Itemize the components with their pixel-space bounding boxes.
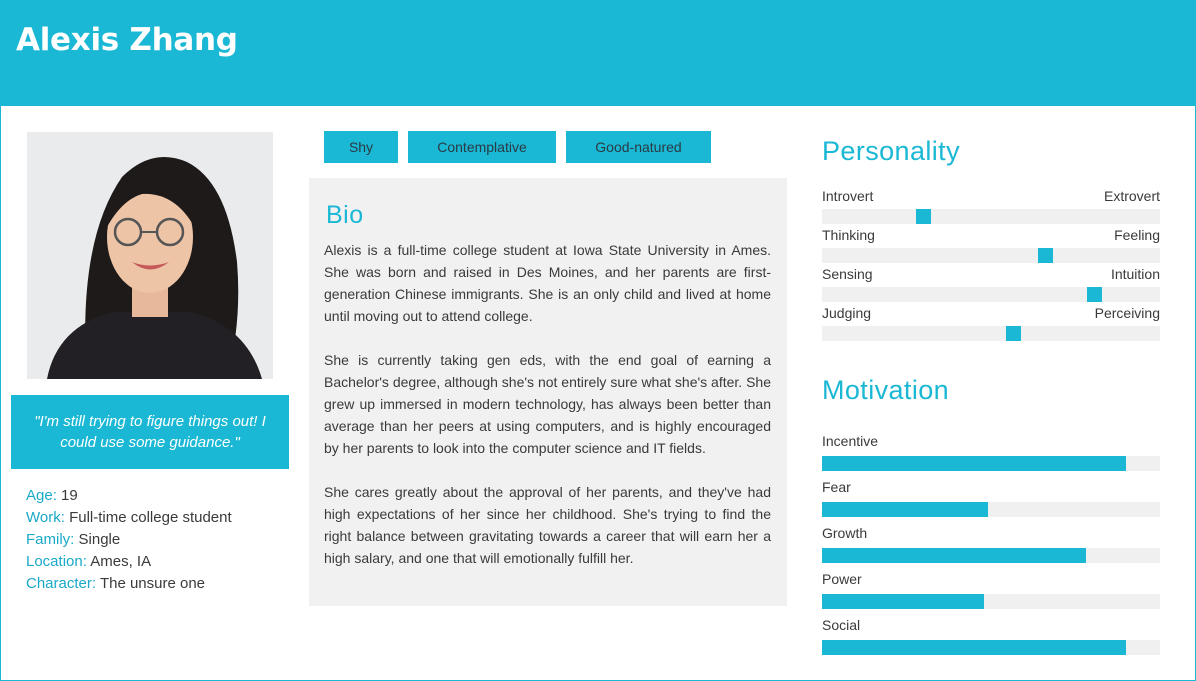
motivation-bar	[822, 548, 1160, 563]
persona-facts: Age: 19 Work: Full-time college student …	[26, 485, 296, 595]
bio-paragraph: Alexis is a full-time college student at…	[324, 242, 771, 324]
fact-work: Work: Full-time college student	[26, 509, 232, 526]
trait-slider	[822, 248, 1160, 263]
motivation-bar	[822, 502, 1160, 517]
header-banner: Alexis Zhang	[0, 0, 1196, 106]
fact-location: Location: Ames, IA	[26, 553, 152, 570]
bio-panel: Bio Alexis is a full-time college studen…	[309, 178, 787, 606]
motivation-title: Motivation	[822, 375, 950, 405]
persona-photo	[27, 132, 273, 379]
trait-slider-knob	[916, 209, 931, 224]
motivation-bar-fill	[822, 640, 1127, 655]
trait-labels-judging-perceiving: Judging Perceiving	[822, 305, 1160, 321]
bio-text: Alexis is a full-time college student at…	[324, 239, 771, 591]
motivation-bar	[822, 640, 1160, 655]
motivation-bar-fill	[822, 502, 988, 517]
fact-family: Family: Single	[26, 531, 121, 548]
trait-slider	[822, 287, 1160, 302]
bio-title: Bio	[326, 201, 364, 229]
trait-slider	[822, 326, 1160, 341]
motivation-label-power: Power	[822, 571, 862, 587]
trait-labels-sensing-intuition: Sensing Intuition	[822, 266, 1160, 282]
portrait-image	[27, 132, 273, 379]
persona-name: Alexis Zhang	[16, 22, 238, 58]
fact-age: Age: 19	[26, 487, 78, 504]
trait-labels-thinking-feeling: Thinking Feeling	[822, 227, 1160, 243]
bio-paragraph: She cares greatly about the approval of …	[324, 484, 771, 566]
bio-paragraph: She is currently taking gen eds, with th…	[324, 352, 771, 456]
trait-slider	[822, 209, 1160, 224]
motivation-label-fear: Fear	[822, 479, 851, 495]
trait-slider-knob	[1087, 287, 1102, 302]
motivation-bar-fill	[822, 456, 1127, 471]
tag-good-natured: Good-natured	[566, 131, 711, 163]
tag-contemplative: Contemplative	[408, 131, 556, 163]
trait-slider-knob	[1038, 248, 1053, 263]
motivation-label-social: Social	[822, 617, 861, 633]
motivation-label-incentive: Incentive	[822, 433, 879, 449]
personality-title: Personality	[822, 136, 960, 166]
motivation-bar	[822, 594, 1160, 609]
motivation-bar-fill	[822, 548, 1086, 563]
fact-character: Character: The unsure one	[26, 575, 206, 592]
motivation-bar	[822, 456, 1160, 471]
motivation-bar-fill	[822, 594, 985, 609]
motivation-label-growth: Growth	[822, 525, 868, 541]
trait-slider-knob	[1006, 326, 1021, 341]
trait-labels-introvert-extrovert: Introvert Extrovert	[822, 188, 1160, 204]
persona-quote: "I'm still trying to figure things out! …	[11, 395, 289, 469]
tag-shy: Shy	[324, 131, 398, 163]
